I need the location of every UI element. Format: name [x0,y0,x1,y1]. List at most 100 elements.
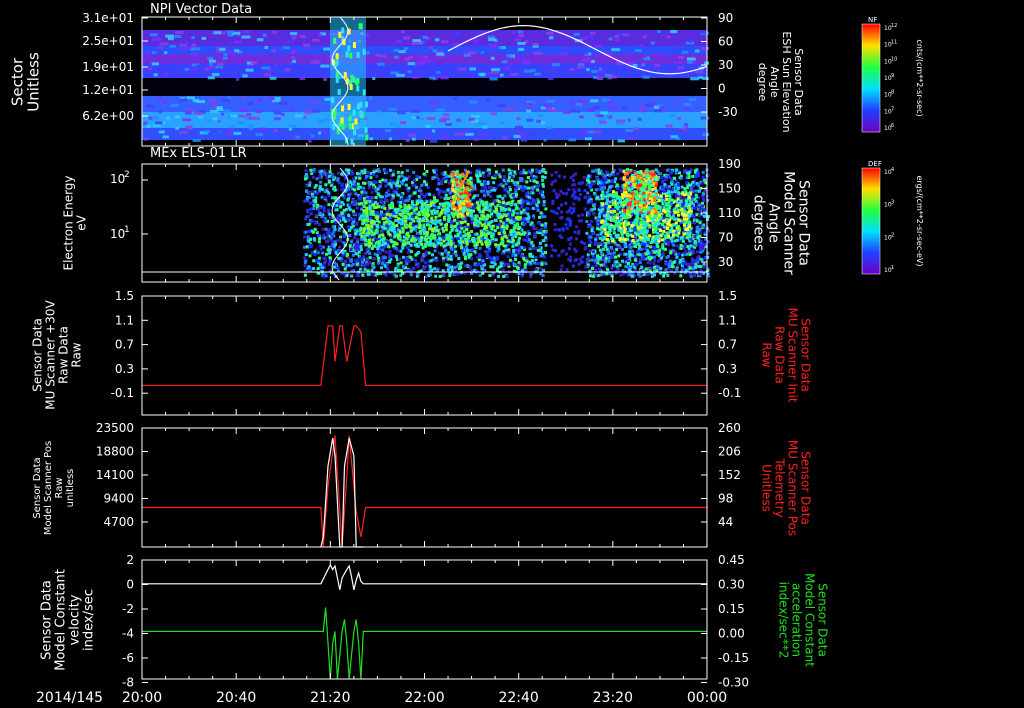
heat-cell [562,62,569,66]
heat-cell [450,268,454,272]
heat-cell [636,242,640,246]
heat-cell [352,177,356,181]
heat-cell [333,113,337,120]
heat-cell [527,238,531,242]
heat-cell [477,44,484,48]
heat-cell [519,210,523,214]
heat-cell [322,207,326,211]
heat-cell [491,237,495,241]
heat-cell [337,228,341,232]
heat-cell [407,133,417,137]
heat-cell [406,246,410,250]
heat-cell [377,244,381,248]
heat-cell [657,30,661,34]
heat-cell [419,189,423,193]
heat-cell [290,32,298,36]
heat-cell [594,111,601,115]
heat-cell [436,219,440,223]
heat-cell [358,256,362,260]
heat-cell [264,46,268,50]
heat-cell [457,256,461,260]
heat-cell [667,175,671,179]
heat-cell [398,230,402,234]
heat-cell [506,255,510,259]
heat-cell [515,186,519,190]
heat-cell [402,239,406,243]
heat-cell [445,233,449,237]
heat-cell [368,200,372,204]
heat-cell [488,209,492,213]
heat-cell [508,208,512,212]
heat-cell [495,257,499,261]
heat-cell [388,137,393,141]
heat-cell [595,235,599,239]
heat-cell [158,130,165,134]
figure: 3.1e+012.5e+011.9e+011.2e+016.2e+0090603… [8,2,924,706]
heat-cell [586,225,590,229]
heat-cell [654,64,661,68]
heat-cell [340,211,344,215]
heat-cell [392,230,396,234]
heat-cell [615,260,619,264]
heat-cell [490,227,494,231]
heat-cell [369,216,373,220]
heat-cell [588,35,593,39]
heat-cell [599,67,603,71]
heat-cell [312,168,316,172]
heat-cell [409,273,413,277]
heat-cell [595,196,599,200]
heat-cell [478,239,482,243]
heat-cell [414,238,418,242]
heat-cell [664,177,668,181]
heat-cell [671,265,675,269]
heat-cell [417,226,421,230]
heat-cell [348,208,352,212]
heat-cell [223,109,231,113]
heat-cell [656,265,660,269]
heat-cell [525,102,534,106]
heat-cell [450,265,454,269]
heat-cell [633,60,641,64]
heat-cell [685,171,689,175]
heat-cell [525,180,529,184]
heat-cell [543,104,552,108]
heat-cell [461,210,465,214]
heat-cell [328,216,332,220]
heat-cell [519,179,523,183]
heat-cell [291,36,297,40]
heat-cell [537,114,544,118]
heat-cell [452,204,456,208]
heat-cell [520,205,524,209]
heat-cell [666,274,670,278]
heat-cell [541,169,545,173]
heat-cell [358,176,362,180]
heat-cell [694,243,698,247]
heat-cell [414,225,418,229]
heat-cell [674,168,678,172]
heat-cell [186,96,196,100]
heat-cell [248,127,254,131]
heat-cell [318,206,322,210]
heat-cell [546,99,555,103]
heat-cell [311,194,315,198]
heat-cell [479,264,483,268]
heat-cell [453,244,457,248]
heat-cell [696,250,700,254]
heat-cell [324,183,328,187]
heat-cell [398,212,402,216]
heat-cell [473,241,477,245]
heat-cell [676,186,680,190]
heat-cell [403,203,407,207]
heat-cell [422,225,426,229]
heat-cell [531,206,535,210]
heat-cell [394,255,398,259]
heat-cell [580,51,589,55]
heat-cell [444,174,448,178]
heat-cell [424,261,428,265]
heat-cell [676,182,680,186]
heat-cell [669,113,676,117]
heat-cell [513,170,517,174]
heat-cell [688,273,692,277]
heat-cell [454,97,458,101]
heat-cell [442,235,446,239]
